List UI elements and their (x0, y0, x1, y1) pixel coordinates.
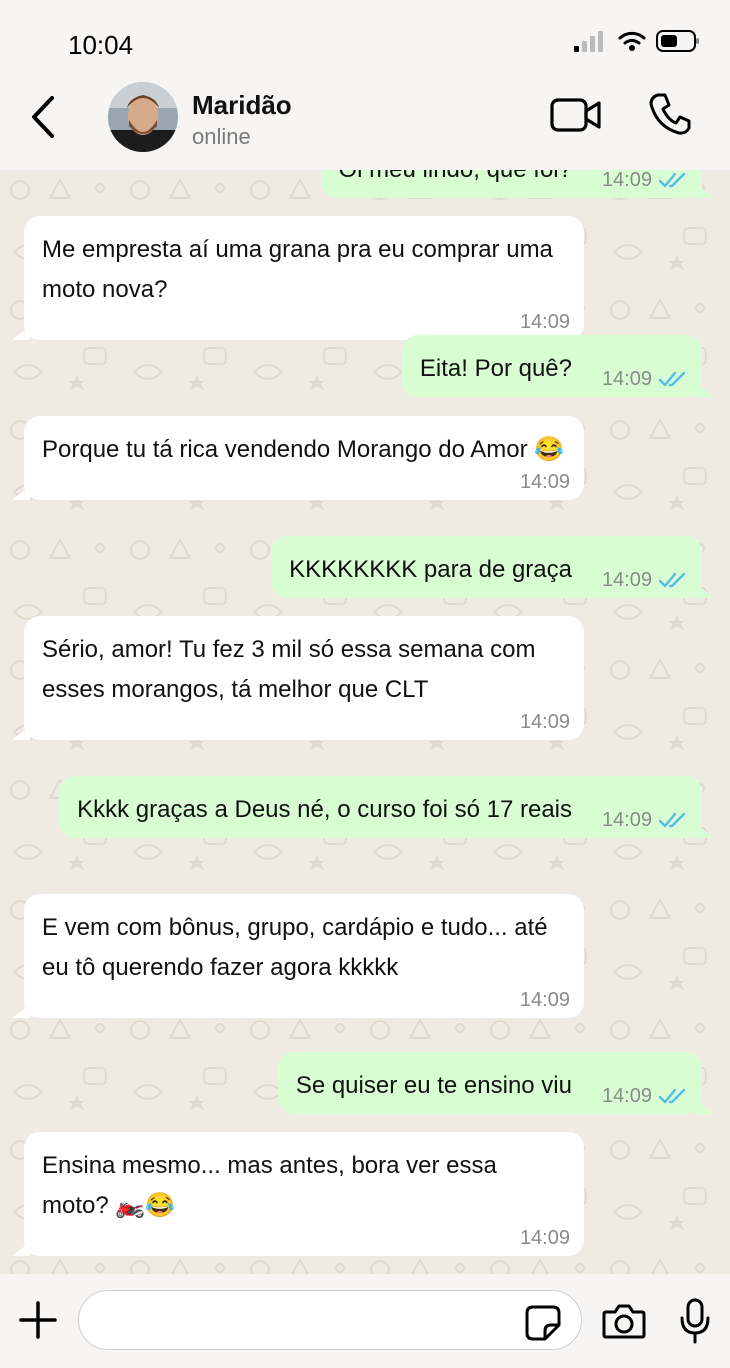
message-text: Porque tu tá rica vendendo Morango do Am… (42, 436, 565, 463)
message-time: 14:09 (519, 311, 570, 333)
message-meta: 14:09 (602, 570, 688, 590)
phone-icon[interactable] (648, 92, 692, 136)
camera-icon[interactable] (602, 1302, 646, 1340)
message-composer (0, 1274, 730, 1368)
message-time: 14:09 (601, 569, 652, 591)
outgoing-message[interactable]: Kkkk graças a Deus né, o curso foi só 17… (59, 776, 714, 838)
outgoing-message[interactable]: Se quiser eu te ensino viu 14:09 (277, 1052, 715, 1114)
incoming-message[interactable]: Sério, amor! Tu fez 3 mil só essa semana… (12, 616, 584, 740)
message-meta: 14:09 (520, 990, 570, 1010)
wifi-icon (618, 31, 646, 51)
message-meta: 14:09 (602, 170, 688, 190)
chat-area: Oi meu lindo, que foi? 14:09 Me empresta a… (0, 170, 730, 1274)
message-text: E vem com bônus, grupo, cardápio e tudo.… (42, 914, 548, 981)
read-receipt-icon (658, 172, 686, 188)
message-text: Ensina mesmo... mas antes, bora ver essa… (42, 1152, 497, 1219)
read-receipt-icon (658, 371, 686, 387)
message-time: 14:09 (601, 170, 652, 191)
status-icons (574, 30, 700, 52)
message-meta: 14:09 (520, 1228, 570, 1248)
sticker-icon[interactable] (524, 1304, 562, 1342)
message-time: 14:09 (601, 1085, 652, 1107)
read-receipt-icon (658, 812, 686, 828)
message-text: Kkkk graças a Deus né, o curso foi só 17… (77, 796, 572, 823)
message-text: Oi meu lindo, que foi? (339, 170, 572, 183)
message-meta: 14:09 (602, 810, 688, 830)
contact-status: online (192, 124, 251, 149)
read-receipt-icon (658, 572, 686, 588)
message-meta: 14:09 (602, 369, 688, 389)
chat-header: Maridão online (0, 80, 730, 170)
status-time: 10:04 (68, 30, 134, 60)
read-receipt-icon (658, 1088, 686, 1104)
back-arrow-icon[interactable] (24, 92, 64, 142)
message-text: Sério, amor! Tu fez 3 mil só essa semana… (42, 636, 536, 703)
battery-icon (656, 30, 699, 52)
message-text: KKKKKKKK para de graça (289, 556, 572, 583)
message-time: 14:09 (519, 711, 570, 733)
outgoing-message[interactable]: KKKKKKKK para de graça 14:09 (271, 536, 714, 598)
message-text: Me empresta aí uma grana pra eu comprar … (42, 236, 553, 303)
message-meta: 14:09 (520, 472, 570, 492)
message-meta: 14:09 (602, 1086, 688, 1106)
plus-icon[interactable] (18, 1300, 58, 1340)
message-input[interactable] (78, 1290, 582, 1350)
microphone-icon[interactable] (678, 1298, 712, 1344)
incoming-message[interactable]: Ensina mesmo... mas antes, bora ver essa… (12, 1132, 584, 1256)
status-bar: 10:04 (0, 0, 730, 80)
message-time: 14:09 (519, 989, 570, 1011)
message-text: Se quiser eu te ensino viu (295, 1072, 572, 1099)
incoming-message[interactable]: Porque tu tá rica vendendo Morango do Am… (12, 416, 584, 500)
video-call-icon[interactable] (550, 96, 602, 134)
message-time: 14:09 (601, 368, 652, 390)
incoming-message[interactable]: E vem com bônus, grupo, cardápio e tudo.… (12, 894, 584, 1018)
signal-icon (574, 31, 603, 52)
outgoing-message[interactable]: Oi meu lindo, que foi? 14:09 (320, 170, 715, 198)
message-time: 14:09 (519, 1227, 570, 1249)
message-meta: 14:09 (520, 712, 570, 732)
message-meta: 14:09 (520, 312, 570, 332)
avatar[interactable] (108, 82, 178, 152)
outgoing-message[interactable]: Eita! Por quê? 14:09 (401, 335, 715, 397)
message-text: Eita! Por quê? (419, 355, 572, 382)
contact-name[interactable]: Maridão (192, 90, 292, 121)
incoming-message[interactable]: Me empresta aí uma grana pra eu comprar … (12, 216, 584, 340)
message-time: 14:09 (519, 471, 570, 493)
message-time: 14:09 (601, 809, 652, 831)
